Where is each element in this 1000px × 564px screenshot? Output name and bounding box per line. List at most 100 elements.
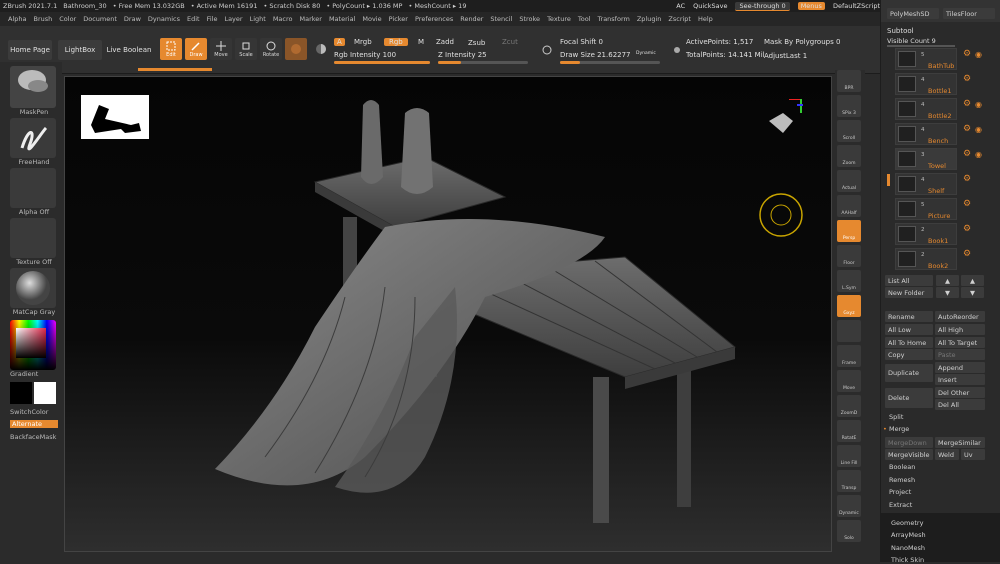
right-shelf-button[interactable]: Floor bbox=[837, 245, 861, 267]
main-color-swatch[interactable] bbox=[10, 382, 32, 404]
subtool-item[interactable]: 4 Shelf bbox=[895, 173, 957, 195]
visible-count-slider[interactable]: Visible Count 9 bbox=[887, 37, 936, 45]
move-down-alt-button[interactable]: ▼ bbox=[961, 287, 984, 298]
delete-button[interactable]: Delete bbox=[885, 388, 933, 408]
duplicate-button[interactable]: Duplicate bbox=[885, 364, 933, 382]
default-script[interactable]: DefaultZScript bbox=[833, 2, 880, 10]
a-toggle[interactable]: A bbox=[334, 38, 345, 46]
right-shelf-button[interactable]: Scroll bbox=[837, 120, 861, 142]
adjust-last-slider[interactable]: AdjustLast 1 bbox=[764, 52, 807, 60]
new-folder-button[interactable]: New Folder bbox=[885, 287, 933, 298]
menu-zplugin[interactable]: Zplugin bbox=[637, 15, 662, 23]
right-shelf-button[interactable]: BPR bbox=[837, 70, 861, 92]
menu-file[interactable]: File bbox=[207, 15, 218, 23]
gear-icon[interactable]: ⚙ bbox=[963, 175, 972, 184]
subtool-item[interactable]: 4 Bottle2 bbox=[895, 98, 957, 120]
uv-toggle[interactable]: Uv bbox=[961, 449, 985, 460]
auto-reorder-button[interactable]: AutoReorder bbox=[935, 311, 985, 322]
live-boolean-button[interactable]: Live Boolean bbox=[106, 40, 152, 60]
right-shelf-button[interactable]: ZoomD bbox=[837, 395, 861, 417]
move-down-button[interactable]: ▼ bbox=[936, 287, 959, 298]
gear-icon[interactable]: ⚙ bbox=[963, 100, 972, 109]
color-picker[interactable] bbox=[10, 320, 56, 370]
draw-size-slider[interactable]: Draw Size 21.62277 bbox=[560, 51, 631, 59]
right-shelf-button[interactable] bbox=[837, 320, 861, 342]
tiles-floor-button[interactable]: TilesFloor bbox=[943, 8, 995, 19]
right-shelf-button[interactable]: SPix 3 bbox=[837, 95, 861, 117]
zsub-toggle[interactable]: Zsub bbox=[468, 39, 485, 47]
visibility-eye-icon[interactable]: ◉ bbox=[975, 125, 984, 134]
menu-tool[interactable]: Tool bbox=[578, 15, 591, 23]
right-shelf-button[interactable]: Solo bbox=[837, 520, 861, 542]
ac-button[interactable]: AC bbox=[676, 2, 685, 10]
right-shelf-button[interactable]: Frame bbox=[837, 345, 861, 367]
backface-mask-button[interactable]: BackfaceMask bbox=[10, 433, 58, 441]
mask-by-polygroups-slider[interactable]: Mask By Polygroups 0 bbox=[764, 38, 840, 46]
right-shelf-button[interactable]: L.Sym bbox=[837, 270, 861, 292]
boolean-section[interactable]: Boolean bbox=[889, 463, 915, 471]
paste-button[interactable]: Paste bbox=[935, 349, 985, 360]
polymesh-sd-button[interactable]: PolyMeshSD bbox=[887, 8, 939, 19]
right-shelf-button[interactable]: Move bbox=[837, 370, 861, 392]
edit-button[interactable]: Edit bbox=[160, 38, 182, 60]
dynamic-toggle[interactable]: Dynamic bbox=[636, 51, 656, 56]
right-shelf-button[interactable]: AAHalf bbox=[837, 195, 861, 217]
right-shelf-button[interactable]: Zoom bbox=[837, 145, 861, 167]
menu-texture[interactable]: Texture bbox=[547, 15, 571, 23]
right-shelf-button[interactable]: Transp bbox=[837, 470, 861, 492]
rgb-intensity-track[interactable] bbox=[334, 61, 430, 64]
right-shelf-button[interactable]: Gxyz bbox=[837, 295, 861, 317]
menu-macro[interactable]: Macro bbox=[273, 15, 293, 23]
gear-icon[interactable]: ⚙ bbox=[963, 200, 972, 209]
right-shelf-button[interactable]: Line Fill bbox=[837, 445, 861, 467]
lightbox-button[interactable]: LightBox bbox=[58, 40, 102, 60]
rgb-intensity-slider[interactable]: Rgb Intensity 100 bbox=[334, 51, 396, 59]
merge-section[interactable]: Merge bbox=[889, 425, 909, 433]
zadd-toggle[interactable]: Zadd bbox=[436, 38, 454, 46]
menu-stencil[interactable]: Stencil bbox=[490, 15, 512, 23]
visibility-eye-icon[interactable]: ◉ bbox=[975, 50, 984, 59]
extract-section[interactable]: Extract bbox=[889, 501, 912, 509]
project-section[interactable]: Project bbox=[889, 488, 911, 496]
subtool-scrollbar[interactable] bbox=[887, 174, 890, 186]
visibility-eye-icon[interactable]: ◉ bbox=[975, 150, 984, 159]
all-to-target-button[interactable]: All To Target bbox=[935, 337, 985, 348]
insert-button[interactable]: Insert bbox=[935, 374, 985, 385]
material-button[interactable] bbox=[285, 38, 307, 60]
split-section[interactable]: Split bbox=[889, 413, 903, 421]
subtool-item[interactable]: 5 Picture bbox=[895, 198, 957, 220]
subtool-item[interactable]: 2 Book1 bbox=[895, 223, 957, 245]
del-other-button[interactable]: Del Other bbox=[935, 387, 985, 398]
all-low-button[interactable]: All Low bbox=[885, 324, 933, 335]
gear-icon[interactable]: ⚙ bbox=[963, 250, 972, 259]
zcut-toggle[interactable]: Zcut bbox=[502, 38, 518, 46]
menu-dynamics[interactable]: Dynamics bbox=[148, 15, 180, 23]
merge-down-button[interactable]: MergeDown bbox=[885, 437, 933, 448]
geometry-palette[interactable]: Geometry bbox=[891, 519, 923, 527]
menu-movie[interactable]: Movie bbox=[362, 15, 381, 23]
nanomesh-palette[interactable]: NanoMesh bbox=[891, 544, 925, 552]
arraymesh-palette[interactable]: ArrayMesh bbox=[891, 531, 926, 539]
orientation-gizmo[interactable] bbox=[759, 99, 803, 143]
list-all-button[interactable]: List All bbox=[885, 275, 933, 286]
stroke-slot[interactable] bbox=[10, 118, 56, 158]
color-swatch-button[interactable] bbox=[310, 38, 332, 60]
right-shelf-button[interactable]: Actual bbox=[837, 170, 861, 192]
z-intensity-slider[interactable]: Z Intensity 25 bbox=[438, 51, 487, 59]
subtool-header[interactable]: Subtool bbox=[887, 27, 914, 35]
all-to-home-button[interactable]: All To Home bbox=[885, 337, 933, 348]
menu-layer[interactable]: Layer bbox=[224, 15, 242, 23]
alpha-slot[interactable] bbox=[10, 168, 56, 208]
menus-button[interactable]: Menus bbox=[797, 2, 825, 10]
mrgb-toggle[interactable]: Mrgb bbox=[354, 38, 372, 46]
menu-help[interactable]: Help bbox=[698, 15, 713, 23]
alternate-button[interactable]: Alternate bbox=[10, 420, 58, 428]
gear-icon[interactable]: ⚙ bbox=[963, 50, 972, 59]
move-up-button[interactable]: ▲ bbox=[936, 275, 959, 286]
switch-color-button[interactable]: SwitchColor bbox=[10, 408, 58, 416]
gear-icon[interactable]: ⚙ bbox=[963, 225, 972, 234]
material-slot[interactable] bbox=[10, 268, 56, 308]
gear-icon[interactable]: ⚙ bbox=[963, 150, 972, 159]
merge-similar-button[interactable]: MergeSimilar bbox=[935, 437, 985, 448]
texture-slot[interactable] bbox=[10, 218, 56, 258]
